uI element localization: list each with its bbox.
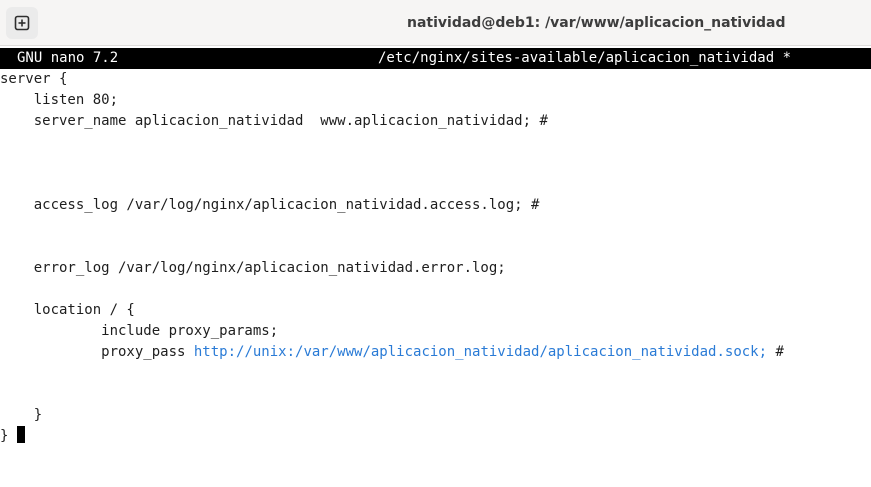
new-tab-button[interactable] <box>6 7 38 39</box>
closing-brace: } <box>0 428 9 444</box>
plus-square-icon <box>14 15 30 31</box>
code-line: access_log /var/log/nginx/aplicacion_nat… <box>0 197 540 213</box>
empty-line <box>0 216 784 237</box>
code-line: listen 80; <box>0 92 119 108</box>
line-comment: # <box>767 344 784 360</box>
terminal-window: natividad@deb1: /var/www/aplicacion_nati… <box>0 0 871 487</box>
nano-filename: /etc/nginx/sites-available/aplicacion_na… <box>378 50 792 66</box>
empty-line <box>0 237 784 258</box>
empty-line <box>0 174 784 195</box>
title-bar: natividad@deb1: /var/www/aplicacion_nati… <box>0 0 871 46</box>
nano-version: GNU nano 7.2 <box>17 50 119 66</box>
code-line: } <box>0 407 43 423</box>
empty-line <box>0 384 784 405</box>
code-line: } <box>0 426 784 447</box>
code-line: location / { <box>0 302 135 318</box>
code-line: error_log /var/log/nginx/aplicacion_nati… <box>0 260 506 276</box>
code-line: server_name aplicacion_natividad www.apl… <box>0 113 548 129</box>
proxy-pass-keyword: proxy_pass <box>0 344 194 360</box>
code-line: server { <box>0 71 68 87</box>
nano-header-bar: GNU nano 7.2 /etc/nginx/sites-available/… <box>0 48 871 69</box>
text-cursor <box>17 426 26 443</box>
empty-line <box>0 153 784 174</box>
editor-buffer[interactable]: server { listen 80; server_name aplicaci… <box>0 69 784 447</box>
terminal-area[interactable]: GNU nano 7.2 /etc/nginx/sites-available/… <box>0 48 871 487</box>
empty-line <box>0 132 784 153</box>
window-title: natividad@deb1: /var/www/aplicacion_nati… <box>407 15 786 31</box>
empty-line <box>0 363 784 384</box>
code-line: proxy_pass http://unix:/var/www/aplicaci… <box>0 342 784 363</box>
empty-line <box>0 279 784 300</box>
proxy-pass-url: http://unix:/var/www/aplicacion_nativida… <box>193 344 768 360</box>
code-line: include proxy_params; <box>0 323 279 339</box>
